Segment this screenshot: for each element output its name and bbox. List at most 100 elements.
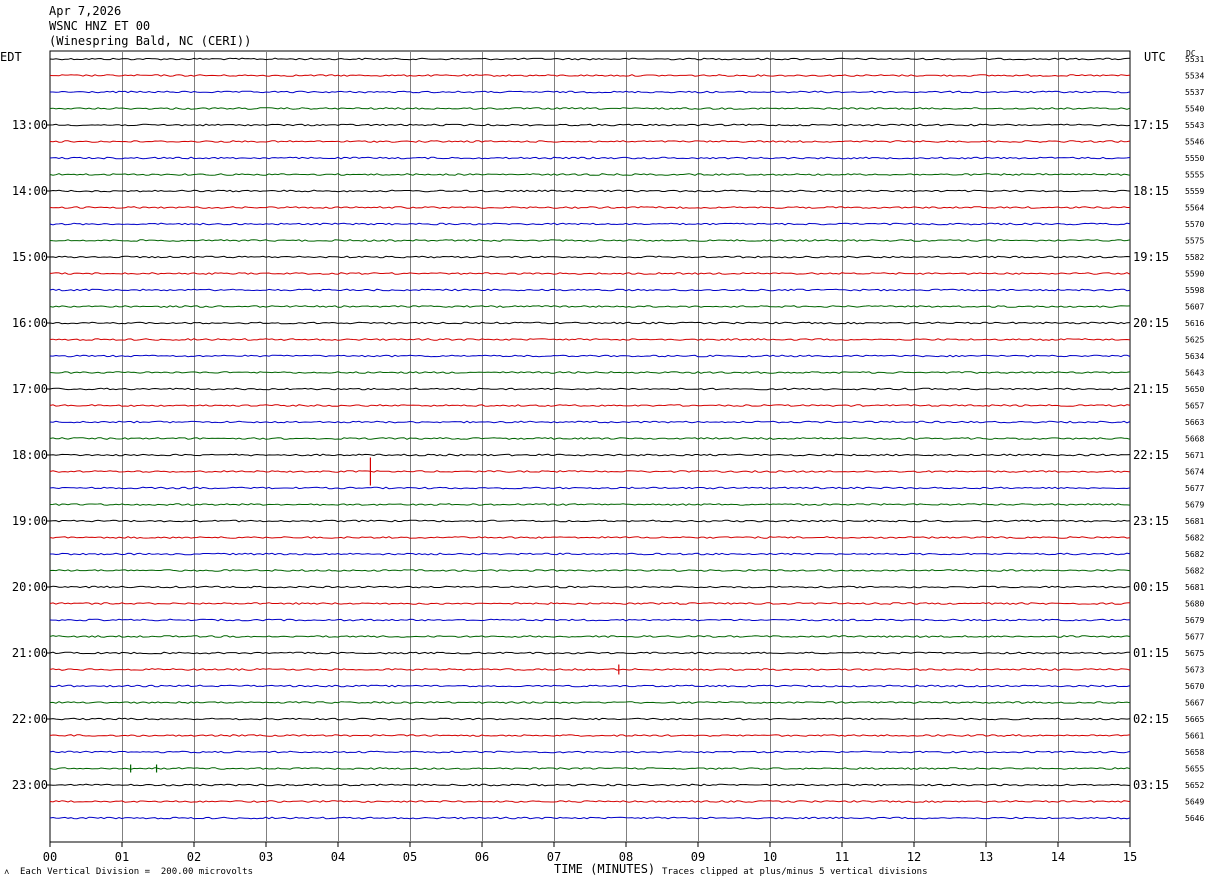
trace-line — [49, 107, 1131, 110]
trace-line — [49, 288, 1131, 292]
footer-marker: ˄ — [4, 868, 10, 878]
trace-line — [49, 618, 1131, 622]
x-tick-label: 05 — [403, 850, 417, 864]
dc-value: 5650 — [1185, 385, 1204, 394]
right-hour-label: 17:15 — [1133, 118, 1169, 132]
trace-line — [49, 305, 1131, 308]
dc-value: 5643 — [1185, 369, 1204, 378]
dc-value: 5590 — [1185, 270, 1204, 279]
trace-line — [49, 156, 1131, 160]
trace-line — [49, 519, 1131, 523]
dc-value: 5677 — [1185, 484, 1204, 493]
dc-value: 5625 — [1185, 336, 1204, 345]
trace-line — [49, 701, 1131, 704]
dc-value: 5570 — [1185, 220, 1204, 229]
dc-value: 5537 — [1185, 88, 1204, 97]
x-tick-label: 10 — [763, 850, 777, 864]
right-hour-label: 02:15 — [1133, 712, 1169, 726]
trace-line — [49, 387, 1131, 391]
x-axis-label: TIME (MINUTES) — [554, 862, 656, 876]
trace-line — [49, 420, 1131, 424]
x-tick-label: 01 — [115, 850, 129, 864]
dc-value: 5634 — [1185, 352, 1204, 361]
dc-value: 5671 — [1185, 451, 1204, 460]
trace-line — [49, 470, 1131, 473]
left-hour-label: 21:00 — [12, 646, 48, 660]
dc-value: 5546 — [1185, 138, 1204, 147]
right-hour-label: 19:15 — [1133, 250, 1169, 264]
dc-value: 5531 — [1185, 55, 1204, 64]
right-hour-label: 03:15 — [1133, 778, 1169, 792]
left-hour-label: 20:00 — [12, 580, 48, 594]
trace-line — [49, 816, 1131, 820]
dc-value: 5663 — [1185, 418, 1204, 427]
dc-value: 5674 — [1185, 468, 1204, 477]
left-hour-label: 18:00 — [12, 448, 48, 462]
left-hour-label: 15:00 — [12, 250, 48, 264]
dc-value: 5681 — [1185, 517, 1204, 526]
trace-line — [49, 272, 1131, 275]
trace-line — [49, 503, 1131, 506]
left-hour-label: 23:00 — [12, 778, 48, 792]
dc-value: 5607 — [1185, 303, 1204, 312]
trace-line — [49, 404, 1131, 407]
trace-line — [49, 602, 1131, 605]
trace-line — [49, 750, 1131, 754]
trace-line — [49, 783, 1131, 787]
dc-value: 5582 — [1185, 253, 1204, 262]
trace-line — [49, 206, 1130, 209]
dc-value: 5598 — [1185, 286, 1204, 295]
dc-value: 5555 — [1185, 171, 1204, 180]
trace-line — [49, 717, 1131, 721]
dc-value: 5534 — [1185, 72, 1204, 81]
left-hour-label: 13:00 — [12, 118, 48, 132]
left-hour-label: 14:00 — [12, 184, 48, 198]
x-tick-label: 11 — [835, 850, 849, 864]
trace-line — [49, 321, 1131, 325]
x-tick-label: 03 — [259, 850, 273, 864]
clip-note: Traces clipped at plus/minus 5 vertical … — [662, 867, 928, 877]
plot-frame — [49, 50, 1131, 843]
x-tick-label: 00 — [43, 850, 57, 864]
dc-value: 5575 — [1185, 237, 1204, 246]
left-hour-label: 17:00 — [12, 382, 48, 396]
right-hour-label: 01:15 — [1133, 646, 1169, 660]
dc-value: 5658 — [1185, 748, 1204, 757]
dc-value: 5550 — [1185, 154, 1204, 163]
right-hour-label: 23:15 — [1133, 514, 1169, 528]
trace-line — [49, 453, 1131, 457]
dc-value: 5682 — [1185, 550, 1204, 559]
right-hour-label: 00:15 — [1133, 580, 1169, 594]
right-hour-label: 22:15 — [1133, 448, 1169, 462]
trace-line — [49, 57, 1131, 61]
dc-value: 5649 — [1185, 798, 1204, 807]
x-tick-label: 06 — [475, 850, 489, 864]
dc-value: 5657 — [1185, 402, 1204, 411]
trace-line — [49, 437, 1131, 440]
x-tick-label: 13 — [979, 850, 993, 864]
trace-line — [49, 668, 1131, 671]
dc-value: 5679 — [1185, 616, 1204, 625]
trace-line — [50, 90, 1131, 94]
dc-value: 5673 — [1185, 666, 1204, 675]
trace-line — [49, 767, 1131, 770]
trace-line — [49, 354, 1131, 358]
trace-line — [49, 222, 1131, 226]
dc-value: 5681 — [1185, 583, 1204, 592]
trace-line — [49, 486, 1131, 490]
dc-value: 5670 — [1185, 682, 1204, 691]
trace-line — [49, 239, 1131, 242]
x-tick-label: 14 — [1051, 850, 1065, 864]
trace-line — [49, 338, 1131, 341]
dc-value: 5543 — [1185, 121, 1204, 130]
x-tick-label: 04 — [331, 850, 345, 864]
trace-line — [49, 173, 1131, 176]
dc-value: 5655 — [1185, 765, 1204, 774]
right-hour-label: 20:15 — [1133, 316, 1169, 330]
left-hour-label: 19:00 — [12, 514, 48, 528]
scale-note: Each Vertical Division = 200.00 microvol… — [20, 867, 253, 877]
left-hour-label: 16:00 — [12, 316, 48, 330]
dc-value: 5668 — [1185, 435, 1204, 444]
dc-value: 5677 — [1185, 633, 1204, 642]
trace-line — [49, 585, 1131, 589]
